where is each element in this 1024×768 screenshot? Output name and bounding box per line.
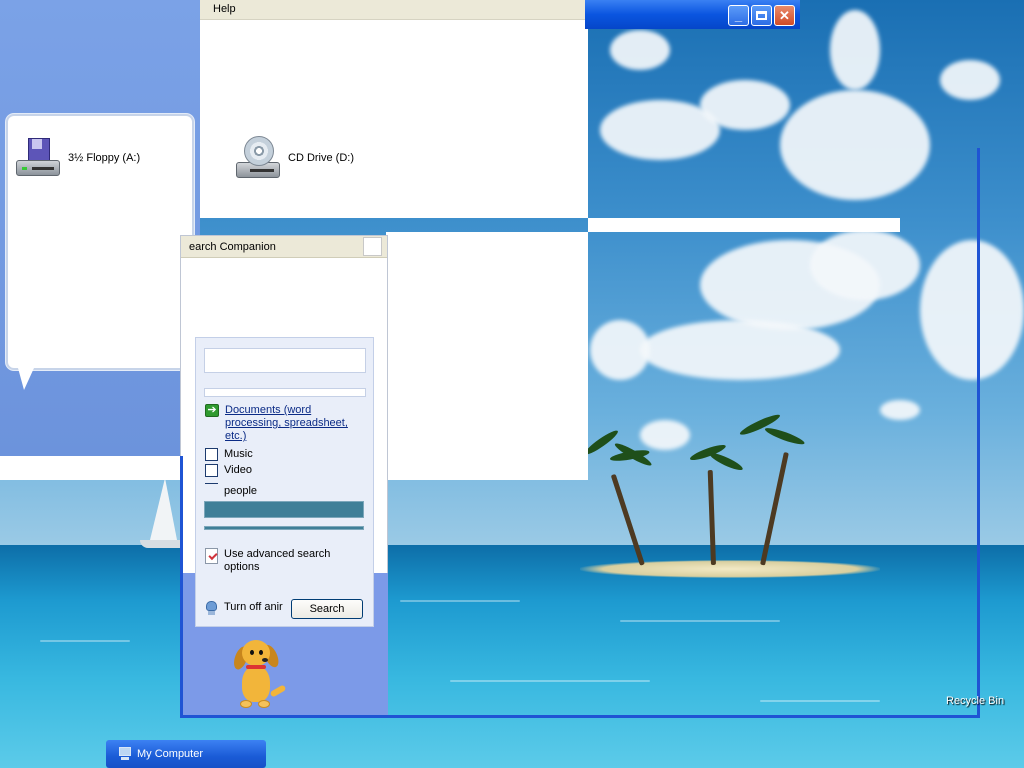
option-documents[interactable]: ➔ Documents (word processing, spreadshee…: [205, 404, 355, 443]
cloud: [590, 320, 650, 380]
minimize-button[interactable]: _: [728, 5, 749, 26]
sailboat-sail: [150, 478, 177, 540]
wave: [450, 680, 650, 682]
people-label: people: [224, 485, 258, 497]
floppy-drive-icon: [14, 134, 62, 182]
documents-link[interactable]: Documents (word processing, spreadsheet,…: [225, 404, 348, 442]
balloon-tail: [18, 368, 34, 390]
search-progress-bar: [204, 501, 364, 518]
wave: [760, 700, 880, 702]
maximize-icon: [756, 11, 767, 20]
cd-drive-icon: [234, 134, 282, 182]
cloud: [640, 320, 840, 380]
cloud: [610, 30, 670, 70]
island: [580, 560, 880, 578]
cloud: [830, 10, 880, 90]
advanced-search-option[interactable]: Use advanced search options: [205, 548, 344, 574]
music-label: Music: [224, 448, 253, 460]
explorer-content-area: [200, 18, 588, 218]
window-title-bar: _ ✕: [585, 0, 800, 29]
search-companion-title: earch Companion: [189, 241, 276, 253]
taskbar-label: My Computer: [137, 748, 204, 760]
drive-floppy[interactable]: 3½ Floppy (A:): [14, 134, 140, 182]
search-input[interactable]: [204, 348, 366, 373]
cloud: [920, 240, 1024, 380]
turn-off-label: Turn off anir: [224, 601, 283, 613]
window-fragment: [588, 218, 900, 232]
turn-off-animation[interactable]: Turn off anir: [205, 601, 283, 616]
video-checkbox[interactable]: [205, 464, 218, 477]
maximize-button[interactable]: [751, 5, 772, 26]
search-button[interactable]: Search: [291, 599, 363, 619]
search-companion-header: earch Companion: [181, 236, 387, 258]
character-icon: [205, 601, 218, 616]
cloud: [700, 80, 790, 130]
green-arrow-icon: ➔: [205, 404, 219, 417]
video-label: Video: [224, 464, 252, 476]
option-music[interactable]: Music: [205, 448, 253, 461]
search-card: ➔ Documents (word processing, spreadshee…: [195, 337, 374, 627]
window-fragment: [386, 232, 588, 480]
drive-label: CD Drive (D:): [288, 152, 354, 164]
wallpaper-sea: [0, 545, 1024, 768]
advanced-search-label: Use advanced search options: [224, 548, 331, 573]
cloud: [880, 400, 920, 420]
menu-help[interactable]: Help: [213, 3, 236, 15]
search-dog-character[interactable]: [231, 638, 292, 710]
taskbar-my-computer[interactable]: My Computer: [106, 740, 266, 768]
drive-label: 3½ Floppy (A:): [68, 152, 141, 164]
wave: [620, 620, 780, 622]
cloud: [640, 420, 690, 450]
cloud: [940, 60, 1000, 100]
close-pane-button[interactable]: [363, 237, 382, 256]
search-field-secondary[interactable]: [204, 388, 366, 397]
option-video[interactable]: Video: [205, 464, 252, 477]
recycle-bin-label[interactable]: Recycle Bin: [946, 695, 1004, 707]
wave: [40, 640, 130, 642]
wave: [400, 600, 520, 602]
drive-cd[interactable]: CD Drive (D:): [234, 134, 354, 182]
close-button[interactable]: ✕: [774, 5, 795, 26]
option-people[interactable]: people: [205, 483, 258, 498]
music-checkbox[interactable]: [205, 448, 218, 461]
cloud: [780, 90, 930, 200]
my-computer-icon: [118, 747, 132, 761]
divider: [204, 526, 364, 530]
advanced-search-icon: [205, 548, 218, 564]
people-checkbox[interactable]: [205, 483, 218, 484]
window-drag-outline-left: [180, 456, 183, 718]
cloud: [810, 230, 920, 300]
